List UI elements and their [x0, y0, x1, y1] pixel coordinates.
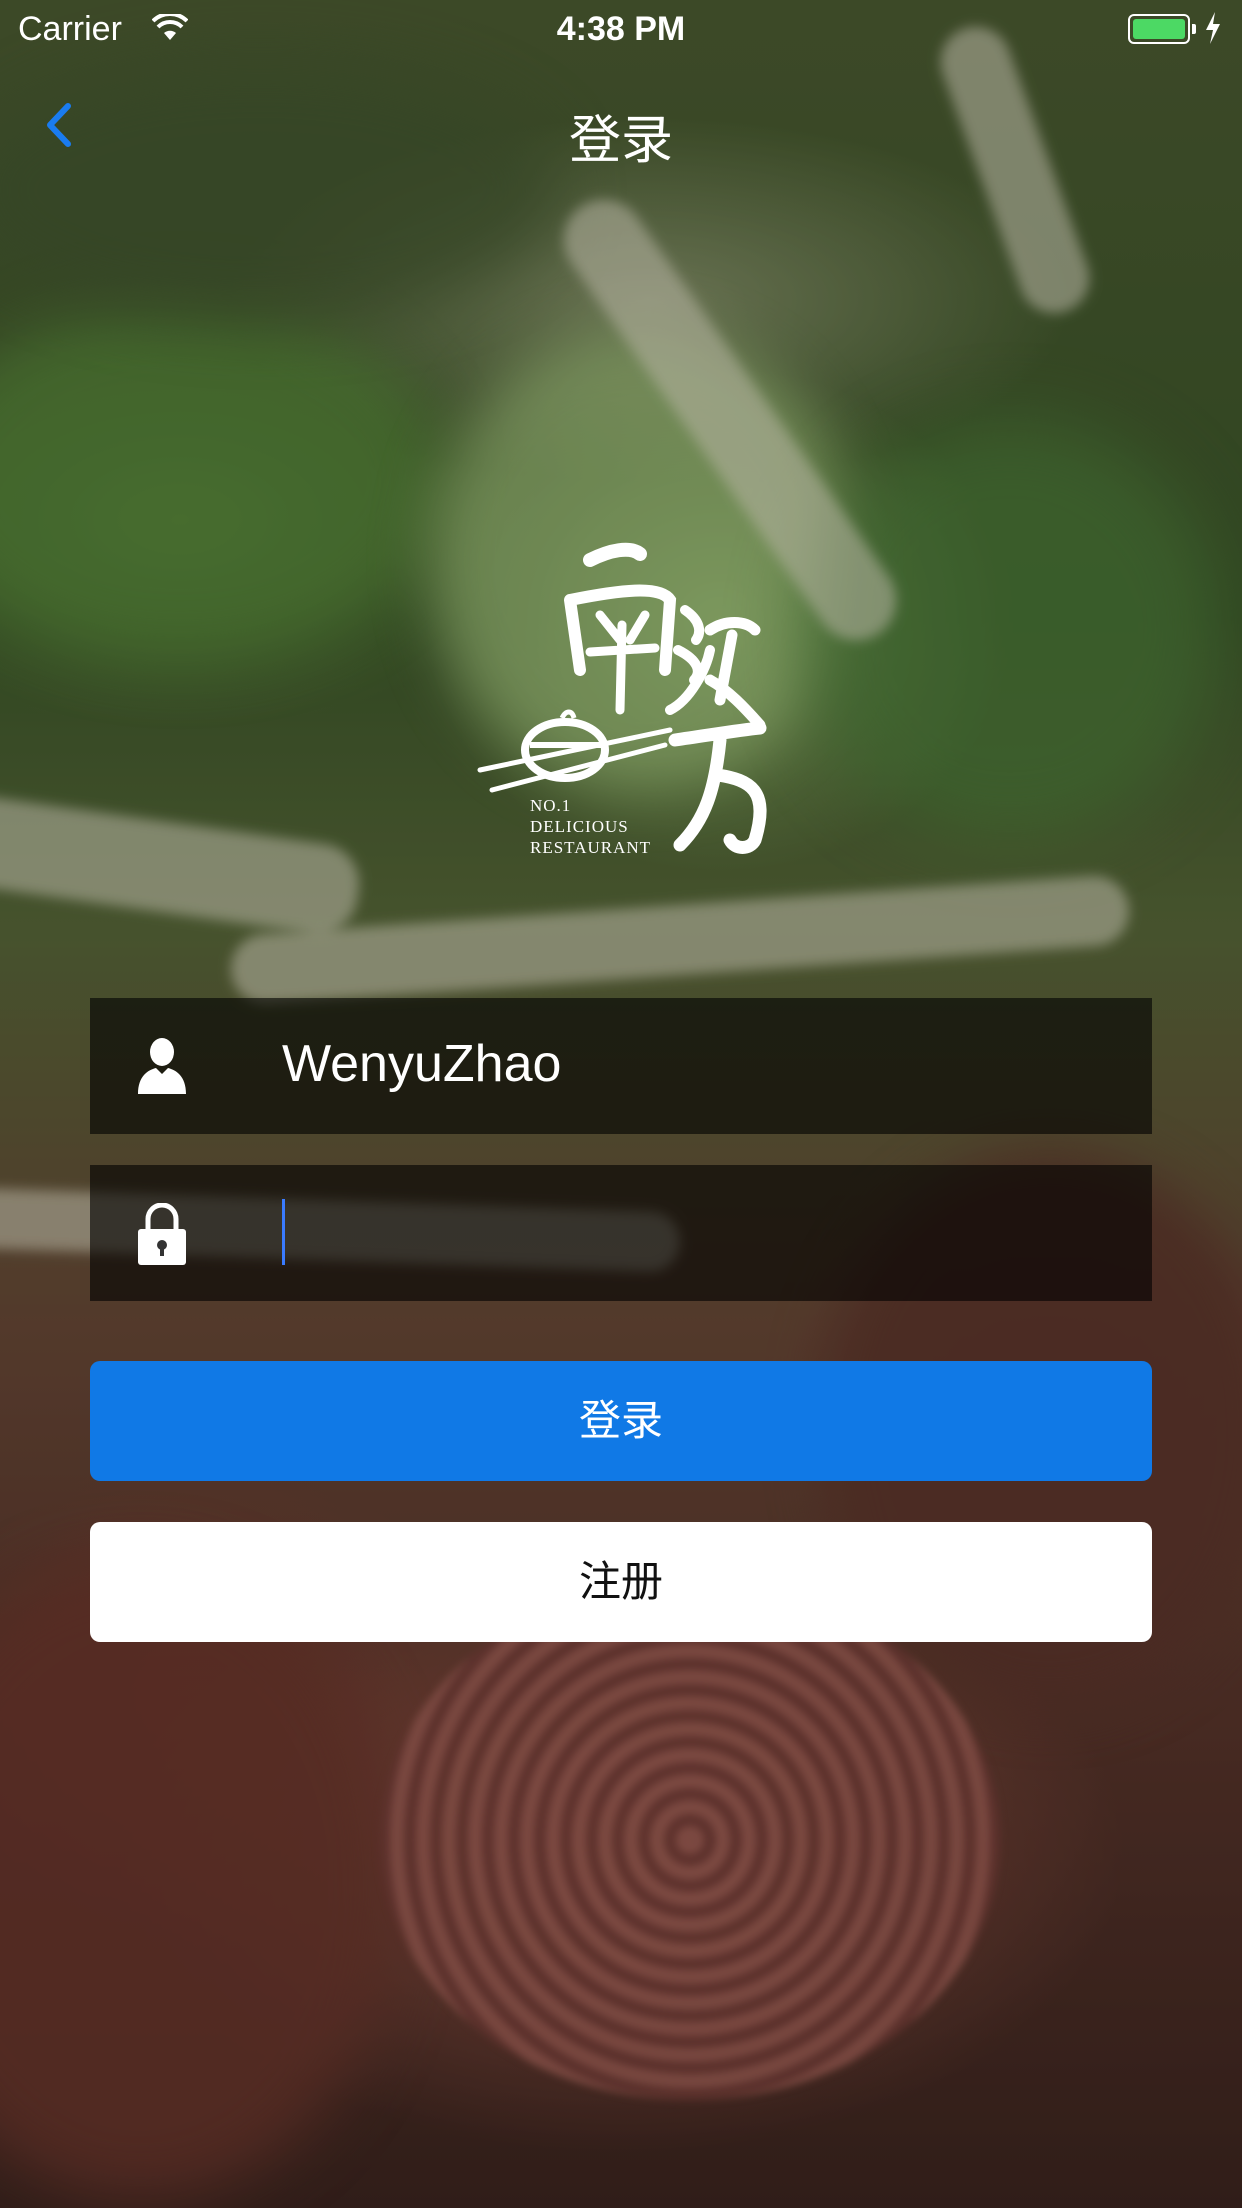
logo-tagline: NO.1 DELICIOUS RESTAURANT	[530, 796, 652, 857]
username-field[interactable]: WenyuZhao	[90, 998, 1152, 1134]
login-button[interactable]: 登录	[90, 1361, 1152, 1481]
page-title: 登录	[568, 112, 673, 170]
register-button[interactable]: 注册	[90, 1522, 1152, 1642]
navigation-bar: 登录	[0, 60, 1242, 190]
battery-icon	[1128, 14, 1196, 44]
status-bar: Carrier 4:38 PM	[0, 0, 1242, 60]
user-icon	[134, 1036, 190, 1096]
lock-icon	[134, 1202, 190, 1265]
username-value: WenyuZhao	[282, 1035, 562, 1093]
status-time: 4:38 PM	[556, 10, 686, 48]
text-cursor	[282, 1199, 285, 1265]
password-field[interactable]	[90, 1165, 1152, 1301]
bolt-icon	[1204, 12, 1222, 49]
